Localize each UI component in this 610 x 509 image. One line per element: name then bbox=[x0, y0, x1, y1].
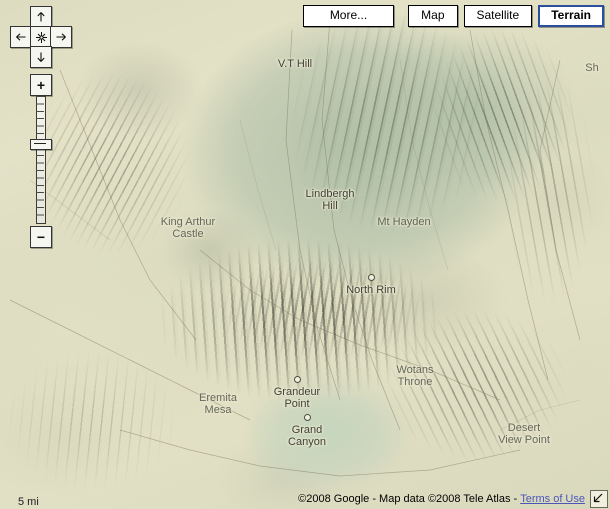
zoom-slider-ticks bbox=[36, 96, 44, 222]
pan-right-button[interactable] bbox=[50, 26, 72, 48]
drainage-hairlines bbox=[9, 19, 581, 477]
scale-miles-label: 5 mi bbox=[18, 496, 39, 508]
arrow-up-icon bbox=[37, 12, 45, 22]
pan-up-button[interactable] bbox=[30, 6, 52, 28]
arrow-right-icon bbox=[56, 33, 66, 41]
arrow-down-icon bbox=[37, 52, 45, 62]
poi-marker-dot[interactable] bbox=[368, 274, 375, 281]
map-type-map[interactable]: Map bbox=[408, 5, 458, 27]
attribution-text: ©2008 Google - Map data ©2008 Tele Atlas… bbox=[298, 493, 518, 505]
arrow-left-icon bbox=[16, 33, 26, 41]
poi-marker-dot[interactable] bbox=[294, 376, 301, 383]
map-attribution: ©2008 Google - Map data ©2008 Tele Atlas… bbox=[292, 490, 610, 509]
zoom-out-button[interactable]: − bbox=[30, 226, 52, 248]
center-crosshair-icon bbox=[35, 31, 47, 43]
map-type-terrain[interactable]: Terrain bbox=[538, 5, 604, 27]
poi-marker-dot[interactable] bbox=[304, 414, 311, 421]
map-type-satellite[interactable]: Satellite bbox=[463, 5, 533, 27]
pan-left-button[interactable] bbox=[10, 26, 32, 48]
pan-down-button[interactable] bbox=[30, 46, 52, 68]
map-viewport[interactable]: V.T Hill Lindbergh Hill King Arthur Castle… bbox=[0, 0, 610, 509]
map-resize-handle[interactable] bbox=[590, 490, 608, 508]
map-navigation-controls[interactable]: + − bbox=[8, 4, 72, 248]
zoom-in-button[interactable]: + bbox=[30, 74, 52, 96]
resize-arrow-icon bbox=[593, 493, 603, 503]
terms-of-use-link[interactable]: Terms of Use bbox=[520, 493, 585, 505]
map-type-more[interactable]: More... bbox=[302, 5, 395, 27]
map-type-control[interactable]: More... Map Satellite Terrain bbox=[302, 5, 604, 27]
center-map-button[interactable] bbox=[30, 26, 52, 48]
zoom-slider-handle[interactable] bbox=[30, 139, 52, 150]
